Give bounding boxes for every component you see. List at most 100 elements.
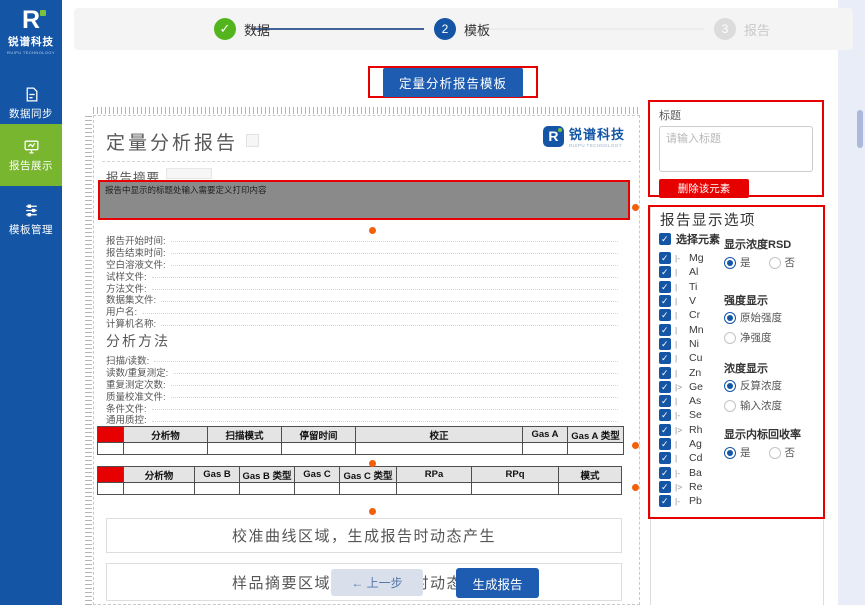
table-header-cell: Gas C — [294, 466, 340, 483]
checkbox-checked-icon[interactable] — [659, 309, 671, 321]
title-input[interactable] — [659, 126, 813, 172]
field-label: 试样文件: — [106, 270, 622, 282]
checkbox-checked-icon[interactable] — [659, 452, 671, 464]
checkbox-checked-icon[interactable] — [659, 381, 671, 393]
element-symbol: Ge — [689, 381, 703, 393]
radio-rsd-yes[interactable]: 是 — [724, 255, 751, 270]
horizontal-ruler — [93, 107, 640, 114]
radio-icon — [724, 332, 736, 344]
resize-handle[interactable] — [369, 227, 376, 234]
resize-handle[interactable] — [369, 460, 376, 467]
analyte-table-1[interactable]: 分析物扫描模式停留时间校正Gas AGas A 类型 — [98, 426, 631, 455]
sidebar-item-template-manage[interactable]: 模板管理 — [0, 196, 62, 246]
tree-prefix: | — [675, 368, 685, 378]
summary-text-element[interactable]: 报告中显示的标题处输入需要定义打印内容 — [98, 180, 630, 220]
checkbox-checked-icon[interactable] — [659, 281, 671, 293]
document-title[interactable]: 定量分析报告 — [106, 128, 238, 155]
element-symbol: Ba — [689, 467, 702, 479]
radio-istd-yes[interactable]: 是 — [724, 445, 751, 460]
option-group-label: 浓度显示 — [724, 360, 768, 376]
element-symbol: Cd — [689, 452, 702, 464]
previous-step-button[interactable]: ← 上一步 — [331, 569, 423, 596]
element-symbol: Rh — [689, 424, 702, 436]
element-symbol: Ni — [689, 338, 699, 350]
generate-report-button[interactable]: 生成报告 — [456, 568, 539, 598]
tree-prefix: |- — [675, 496, 685, 506]
option-group-label: 显示内标回收率 — [724, 426, 801, 442]
display-option-groups: 显示浓度RSD 是 否 强度显示 原始强度 净强度 浓度显示 反算浓度 输入浓度… — [724, 205, 824, 520]
checkbox-checked-icon[interactable] — [659, 495, 671, 507]
sidebar-item-report-display[interactable]: 报告展示 — [0, 124, 62, 186]
radio-selected-icon — [724, 312, 736, 324]
select-elements-checkbox[interactable]: 选择元素 — [659, 231, 720, 247]
analyte-table-2[interactable]: 分析物Gas BGas B 类型Gas CGas C 类型RPaRPq模式 — [98, 466, 631, 495]
field-label: 质量校准文件: — [106, 390, 622, 402]
sidebar-item-label: 报告展示 — [0, 158, 62, 173]
field-label: 报告结束时间: — [106, 246, 622, 258]
logo-r-icon: R — [22, 7, 40, 33]
checkbox-checked-icon[interactable] — [659, 409, 671, 421]
tree-prefix: |> — [675, 425, 685, 435]
stepper: ✓ 数据 2 模板 3 报告 — [74, 8, 853, 50]
checkbox-checked-icon[interactable] — [659, 252, 671, 264]
checkbox-checked-icon[interactable] — [659, 424, 671, 436]
field-label: 重复测定次数: — [106, 378, 622, 390]
checkbox-checked-icon[interactable] — [659, 266, 671, 278]
checkbox-checked-icon[interactable] — [659, 295, 671, 307]
step-data[interactable]: ✓ 数据 — [214, 18, 270, 40]
tree-prefix: | — [675, 282, 685, 292]
delete-element-button[interactable]: 删除该元素 — [659, 179, 749, 198]
radio-icon — [769, 257, 781, 269]
field-label: 方法文件: — [106, 282, 622, 294]
field-label: 报告开始时间: — [106, 234, 622, 246]
checkbox-checked-icon[interactable] — [659, 438, 671, 450]
element-symbol: Zn — [689, 367, 701, 379]
resize-handle[interactable] — [632, 442, 639, 449]
checkbox-checked-icon[interactable] — [659, 352, 671, 364]
step-label: 报告 — [744, 20, 770, 39]
checkbox-checked-icon[interactable] — [659, 395, 671, 407]
brand-subtitle: RUIPU TECHNOLOGY — [0, 50, 62, 55]
logo-text: 锐谱科技 — [569, 124, 625, 143]
step-number: 2 — [434, 18, 456, 40]
step-template[interactable]: 2 模板 — [434, 18, 490, 40]
select-elements-label: 选择元素 — [676, 231, 720, 247]
element-symbol: Mg — [689, 252, 704, 264]
radio-rsd-no[interactable]: 否 — [769, 255, 796, 270]
radio-raw-intensity[interactable]: 原始强度 — [724, 310, 782, 325]
resize-handle[interactable] — [632, 204, 639, 211]
radio-net-intensity[interactable]: 净强度 — [724, 330, 782, 345]
template-title-button[interactable]: 定量分析报告模板 — [383, 68, 523, 97]
scrollbar-thumb[interactable] — [857, 110, 863, 148]
calibration-area-placeholder[interactable]: 校准曲线区域，生成报告时动态产生 — [106, 518, 622, 553]
checkbox-checked-icon[interactable] — [659, 367, 671, 379]
logo-subtext: RUIPU TECHNOLOGY — [569, 143, 625, 148]
resize-handle[interactable] — [632, 484, 639, 491]
title-field-label: 标题 — [659, 107, 822, 123]
field-label: 扫描/读数: — [106, 354, 622, 366]
table-marker-cell — [97, 426, 124, 443]
field-label: 用户名: — [106, 305, 622, 317]
tree-prefix: | — [675, 267, 685, 277]
stepper-connector — [252, 28, 424, 30]
placeholder-box — [246, 134, 259, 147]
right-gutter — [838, 0, 865, 605]
tree-prefix: | — [675, 439, 685, 449]
radio-istd-no[interactable]: 否 — [769, 445, 796, 460]
step-report[interactable]: 3 报告 — [714, 18, 770, 40]
element-symbol: Al — [689, 266, 698, 278]
checkbox-checked-icon[interactable] — [659, 338, 671, 350]
tree-prefix: | — [675, 296, 685, 306]
element-properties-panel: 标题 删除该元素 — [648, 100, 824, 197]
method-heading: 分析方法 — [106, 331, 170, 351]
table-header-cell: RPa — [396, 466, 472, 483]
checkbox-checked-icon[interactable] — [659, 481, 671, 493]
tree-prefix: |> — [675, 382, 685, 392]
checkbox-checked-icon[interactable] — [659, 467, 671, 479]
radio-calc-concentration[interactable]: 反算浓度 — [724, 378, 782, 393]
radio-input-concentration[interactable]: 输入浓度 — [724, 398, 782, 413]
resize-handle[interactable] — [369, 508, 376, 515]
table-header-cell: RPq — [471, 466, 559, 483]
checkbox-checked-icon[interactable] — [659, 324, 671, 336]
sidebar-item-data-sync[interactable]: 数据同步 — [0, 82, 62, 128]
